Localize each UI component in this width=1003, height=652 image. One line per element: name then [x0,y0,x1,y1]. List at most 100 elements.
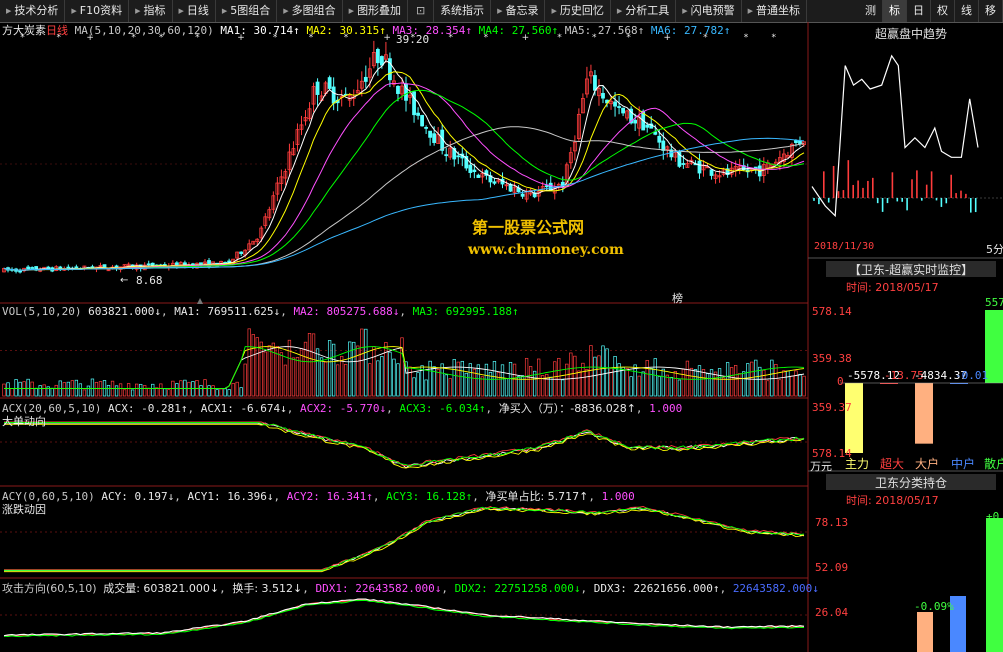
volume-bar [147,387,151,397]
volume-bar [283,364,288,397]
acx2-value: ACX2: -5.770↓ [300,402,387,415]
volume-bar [155,387,159,397]
volume-bar [207,385,211,397]
volume-bar [315,348,320,397]
vol-header: VOL(5,10,20) 603821.000↓, MA1: 769511.62… [2,305,519,318]
acy-header: ACY(0,60,5,10) ACY: 0.197↓, ACY1: 16.396… [2,490,635,503]
volume-bar [90,378,95,397]
monitor-val-mid: -0.01 [955,369,989,382]
volume-bar [62,382,66,397]
cat-main: 主力 [845,457,870,471]
trend-line [811,54,979,218]
volume-bar [239,387,243,397]
net-buy-value: 净买入（万）：-8836.028↑ [498,402,636,415]
volume-bar [504,378,509,397]
monitor-unit: 万元 [810,460,832,473]
candle-body [617,106,621,108]
acx-line-1 [4,421,805,467]
volume-bar [424,379,428,397]
candle-body [645,124,650,128]
volume-bar [247,328,251,397]
candle-body [657,135,662,143]
volume-bar [685,360,690,397]
volume-bar [794,370,798,397]
volume-bar [802,375,806,397]
volume-bar [729,367,734,397]
volume-bar [291,357,296,397]
monitor-axis-lower: 359.37 [812,401,852,414]
volume-bar [203,379,207,397]
acy-lines [4,506,805,573]
candle-body [416,112,420,116]
volume-bar [2,383,6,397]
candle-body [432,133,437,143]
volume-bar [412,377,416,397]
volume-bar [94,381,99,397]
candle-body [331,86,336,104]
volume-bar [561,379,565,397]
volume-bar [14,379,18,397]
monitor-bar-0 [845,383,863,453]
volume-bar [428,360,432,397]
volume-bar [758,366,762,397]
ddx2-value: DDX2: 22751258.000↓ [454,582,581,595]
volume-bar [746,363,750,397]
volume-bar [742,371,746,397]
candle-body [26,266,31,270]
volume-bar [500,364,505,397]
candle-body [420,115,424,127]
holding-bar-retail [986,518,1003,652]
net-ratio-value: 净买单占比: 5.717↑ [485,490,589,503]
monitor-axis-top: 578.14 [812,305,852,318]
candle-body [548,182,553,191]
holding-axis-top: 78.13 [815,516,849,529]
volume-bar [6,382,10,397]
monitor-title[interactable]: 【卫东-超赢实时监控】 [826,261,996,277]
volume-bar [665,374,669,397]
volume-bar [625,368,629,397]
volume-bar [263,351,267,397]
volume-bars [2,328,806,397]
volume-bar [223,388,227,397]
holding-axis-mid: 52.09 [815,561,849,574]
candle-body [468,164,473,173]
volume-bar [496,372,501,397]
volume-bar [396,363,400,397]
ma-line-4 [3,89,805,271]
chart-canvas[interactable]: * * + * * * + * * * + * * * + * * * + * * *← [0,0,1003,652]
volume-bar [126,383,131,397]
volume-bar [460,360,464,397]
attack-line-1 [3,599,805,638]
volume-bar [577,370,581,397]
volume-bar [151,383,155,397]
volume-bar [187,381,191,397]
volume-bar [307,332,312,397]
volume-bar [135,383,139,397]
candle-body [621,107,625,114]
volume-bar [199,385,203,397]
acy-line-3 [4,506,805,571]
volume-bar [388,351,392,397]
right-holding-bars [917,518,1003,652]
period-label: 日线 [46,24,68,37]
volume-bar [661,368,665,397]
candle-body [661,140,666,151]
holding-title[interactable]: 卫东分类持仓 [826,474,996,490]
holding-axis-bottom: 26.04 [815,606,849,619]
volume-bar [211,385,215,397]
candle-body [199,262,203,266]
holding-bar-large [917,612,933,652]
volume-bar [82,389,87,397]
volume-bar [585,369,589,397]
acx-value: ACX: -0.281↑ [107,402,188,415]
monitor-axis-zero: 0 [837,375,844,388]
volume-bar [295,357,300,397]
volume-bar [633,364,637,397]
volume-bar [380,356,384,397]
candle-body [375,48,380,64]
stock-name: 方大炭素 [2,24,46,37]
attack-title: 攻击方向(60,5,10) [2,582,97,595]
volume-bar [573,355,577,397]
candle-body [428,130,433,138]
volume-bar [331,343,336,397]
